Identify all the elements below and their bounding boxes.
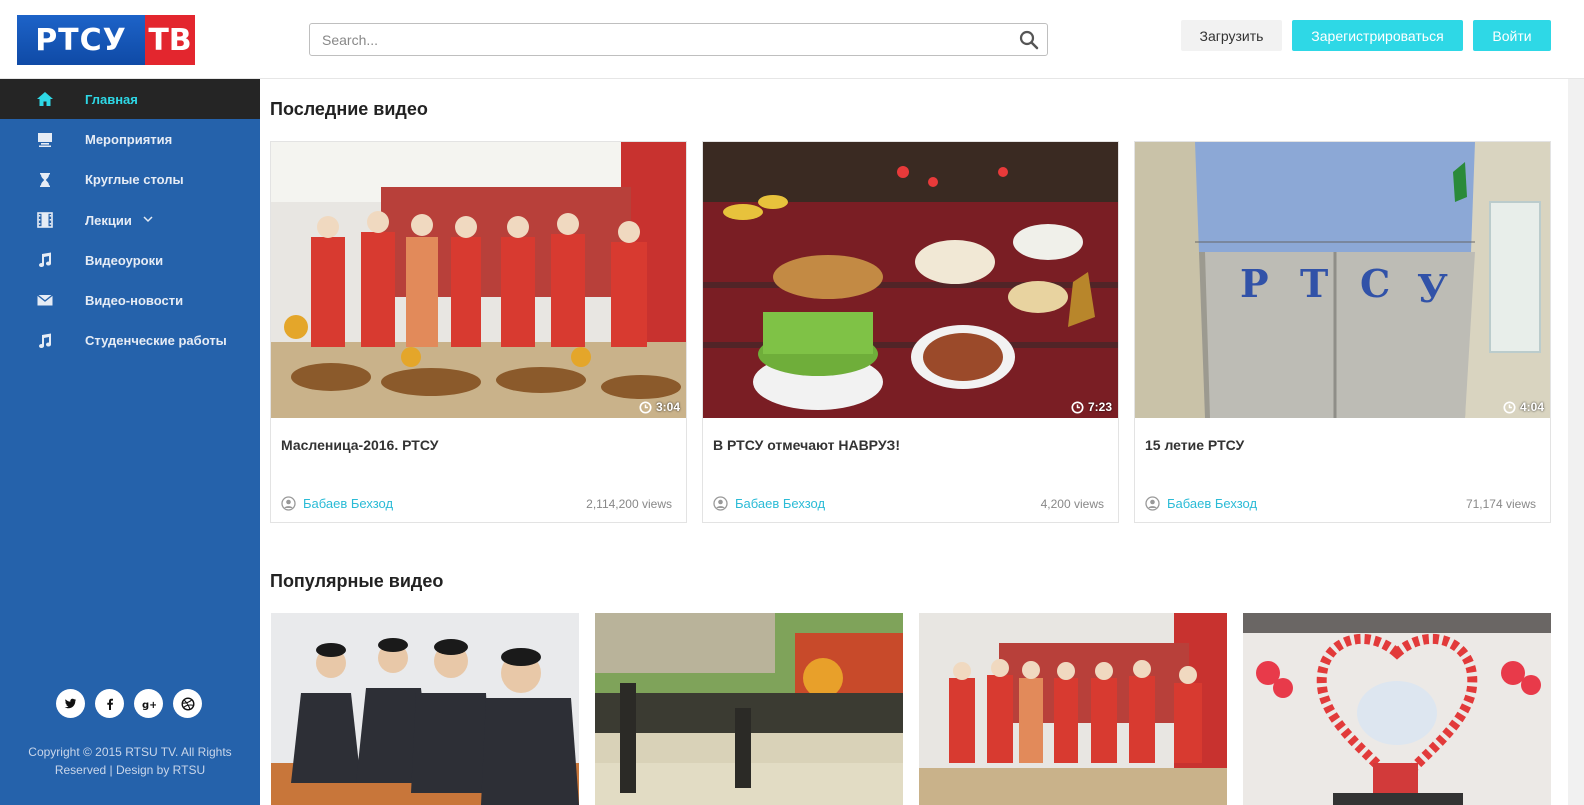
sidebar-item-home[interactable]: Главная bbox=[0, 79, 260, 120]
author-name: Бабаев Бехзод bbox=[735, 496, 826, 511]
view-count: 71,174 views bbox=[1465, 497, 1536, 511]
sidebar-item-round-tables[interactable]: Круглые столы bbox=[0, 160, 260, 200]
twitter-icon[interactable] bbox=[56, 689, 85, 718]
popular-video-thumbnail[interactable] bbox=[919, 613, 1227, 805]
user-icon bbox=[1145, 496, 1160, 511]
duration-text: 3:04 bbox=[655, 400, 680, 414]
google-plus-icon[interactable]: g+ bbox=[134, 689, 163, 718]
sidebar-item-label: Мероприятия bbox=[85, 131, 173, 147]
svg-text:У: У bbox=[1417, 266, 1448, 311]
video-duration: 7:23 bbox=[1071, 400, 1112, 414]
upload-button[interactable]: Загрузить bbox=[1181, 20, 1282, 51]
video-title[interactable]: 15 летие РТСУ bbox=[1145, 437, 1244, 453]
home-icon bbox=[37, 92, 53, 106]
thumbnail-image bbox=[271, 142, 686, 418]
video-title[interactable]: В РТСУ отмечают НАВРУЗ! bbox=[713, 437, 900, 453]
video-card[interactable]: 3:04 Масленица-2016. РТСУ Бабаев Бехзод … bbox=[270, 141, 687, 523]
svg-text:С: С bbox=[1360, 261, 1390, 306]
search-box bbox=[309, 23, 1048, 56]
clock-icon bbox=[639, 400, 652, 414]
clock-icon bbox=[1071, 400, 1084, 414]
copyright-line: Reserved | Design by RTSU bbox=[54, 763, 206, 777]
sidebar-item-label: Главная bbox=[85, 91, 138, 107]
sidebar-item-events[interactable]: Мероприятия bbox=[0, 119, 260, 159]
video-duration: 4:04 bbox=[1503, 400, 1544, 414]
logo-badge: ТВ bbox=[145, 15, 195, 65]
video-thumbnail[interactable]: РТСУ 4:04 bbox=[1135, 142, 1550, 418]
author-name: Бабаев Бехзод bbox=[1167, 496, 1258, 511]
sidebar-item-label: Видео-новости bbox=[85, 293, 184, 309]
copyright: Copyright © 2015 RTSU TV. All Rights Res… bbox=[0, 743, 260, 779]
video-author[interactable]: Бабаев Бехзод bbox=[281, 496, 393, 511]
logo[interactable]: РТСУ ТВ bbox=[17, 15, 195, 65]
header: РТСУ ТВ Загрузить Зарегистрироваться Вой… bbox=[0, 0, 1584, 79]
chevron-down-icon[interactable] bbox=[143, 214, 153, 224]
sidebar-item-label: Студенческие работы bbox=[85, 333, 227, 349]
video-title[interactable]: Масленица-2016. РТСУ bbox=[281, 437, 438, 453]
thumbnail-image bbox=[1243, 613, 1551, 805]
clock-icon bbox=[1503, 400, 1516, 414]
latest-videos-title: Последние видео bbox=[270, 99, 428, 119]
dribbble-icon[interactable] bbox=[173, 689, 202, 718]
hourglass-icon bbox=[40, 172, 50, 187]
view-count: 4,200 views bbox=[1040, 497, 1104, 511]
facebook-icon[interactable] bbox=[95, 689, 124, 718]
sidebar-item-label: Лекции bbox=[85, 212, 132, 228]
video-thumbnail[interactable]: 7:23 bbox=[703, 142, 1118, 418]
svg-text:Т: Т bbox=[1300, 261, 1328, 306]
sidebar-item-video-lessons[interactable]: Видеоуроки bbox=[0, 240, 260, 280]
duration-text: 4:04 bbox=[1519, 400, 1544, 414]
copyright-line: Copyright © 2015 RTSU TV. All Rights bbox=[28, 745, 232, 759]
user-icon bbox=[713, 496, 728, 511]
svg-text:Р: Р bbox=[1240, 261, 1269, 306]
presentation-icon bbox=[38, 133, 52, 148]
sidebar-item-label: Видеоуроки bbox=[85, 252, 164, 268]
popular-video-thumbnail[interactable] bbox=[595, 613, 903, 805]
film-icon bbox=[37, 212, 53, 228]
svg-text:g+: g+ bbox=[142, 700, 156, 710]
popular-video-thumbnail[interactable] bbox=[271, 613, 579, 805]
social-links: g+ bbox=[56, 689, 202, 718]
logo-text: РТСУ bbox=[17, 15, 145, 65]
thumbnail-image bbox=[919, 613, 1227, 805]
thumbnail-image bbox=[271, 613, 579, 805]
video-card[interactable]: 7:23 В РТСУ отмечают НАВРУЗ! Бабаев Бехз… bbox=[702, 141, 1119, 523]
sidebar-item-student-works[interactable]: Студенческие работы bbox=[0, 321, 260, 361]
envelope-icon bbox=[37, 294, 53, 306]
thumbnail-image: РТСУ bbox=[1135, 142, 1550, 418]
search-input[interactable] bbox=[310, 24, 1010, 55]
video-duration: 3:04 bbox=[639, 400, 680, 414]
register-button[interactable]: Зарегистрироваться bbox=[1292, 20, 1463, 51]
video-card[interactable]: РТСУ 4:04 15 летие РТСУ Бабаев Бехзод 71… bbox=[1134, 141, 1551, 523]
sidebar-item-lectures[interactable]: Лекции bbox=[0, 200, 260, 240]
user-icon bbox=[281, 496, 296, 511]
scrollbar[interactable] bbox=[1568, 79, 1584, 805]
music-icon bbox=[39, 333, 52, 348]
view-count: 2,114,200 views bbox=[586, 497, 672, 511]
duration-text: 7:23 bbox=[1087, 400, 1112, 414]
video-thumbnail[interactable]: 3:04 bbox=[271, 142, 686, 418]
thumbnail-image bbox=[595, 613, 903, 805]
sidebar-item-label: Круглые столы bbox=[85, 172, 184, 188]
search-icon[interactable] bbox=[1019, 30, 1039, 50]
music-icon bbox=[39, 252, 52, 268]
popular-videos-title: Популярные видео bbox=[270, 571, 444, 591]
sidebar-item-video-news[interactable]: Видео-новости bbox=[0, 280, 260, 320]
thumbnail-image bbox=[703, 142, 1118, 418]
popular-video-thumbnail[interactable] bbox=[1243, 613, 1551, 805]
author-name: Бабаев Бехзод bbox=[303, 496, 394, 511]
sidebar: Главная Мероприятия Круглые столы Лекции… bbox=[0, 79, 260, 805]
video-author[interactable]: Бабаев Бехзод bbox=[1145, 496, 1257, 511]
video-author[interactable]: Бабаев Бехзод bbox=[713, 496, 825, 511]
main-content: Последние видео 3:04 Масленица-2016. РТС… bbox=[260, 79, 1568, 805]
login-button[interactable]: Войти bbox=[1473, 20, 1551, 51]
